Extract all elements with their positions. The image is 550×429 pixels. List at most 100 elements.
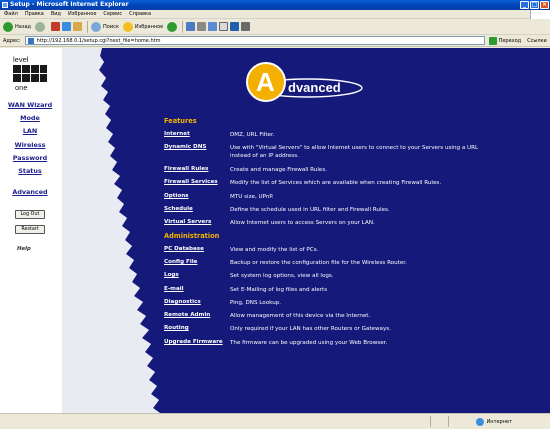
- print-icon[interactable]: [197, 22, 207, 31]
- back-arrow-icon: [3, 21, 13, 32]
- nav-mode[interactable]: Mode: [0, 114, 60, 122]
- go-button[interactable]: Переход: [488, 36, 522, 45]
- logout-button[interactable]: Log Out: [15, 210, 45, 219]
- window-title: Setup - Microsoft Internet Explorer: [10, 1, 129, 8]
- page-content: level one WAN Wizard Mode LAN Wireless P…: [0, 48, 550, 413]
- zone-label: Интернет: [486, 419, 512, 425]
- restart-button[interactable]: Restart: [15, 225, 45, 234]
- desc-routing: Only required if your LAN has other Rout…: [230, 326, 391, 332]
- desc-remote-admin: Allow management of this device via the …: [230, 313, 371, 319]
- close-button[interactable]: ×: [540, 1, 549, 9]
- desc-internet: DMZ, URL Filter.: [230, 132, 275, 138]
- desc-config-file: Backup or restore the configuration file…: [230, 260, 407, 266]
- menu-edit[interactable]: Правка: [25, 11, 44, 17]
- address-input[interactable]: http://192.168.0.1/setup.cgi?next_file=h…: [24, 36, 485, 45]
- desc-logs: Set system log options, view all logs.: [230, 273, 334, 279]
- menu-file[interactable]: Файл: [4, 11, 18, 17]
- link-logs[interactable]: Logs: [164, 272, 179, 278]
- desc-email: Set E-Mailing of log files and alerts: [230, 287, 328, 293]
- mail-icon[interactable]: [186, 22, 196, 31]
- link-internet[interactable]: Internet: [164, 131, 190, 137]
- ie-window: Setup - Microsoft Internet Explorer _ □ …: [0, 0, 550, 429]
- desc-pc-database: View and modify the list of PCs.: [230, 247, 319, 253]
- nav-advanced[interactable]: Advanced: [0, 188, 60, 196]
- address-url: http://192.168.0.1/setup.cgi?next_file=h…: [36, 37, 161, 44]
- nav-password[interactable]: Password: [0, 154, 60, 162]
- page-icon: [27, 37, 34, 44]
- globe-icon: [475, 418, 484, 426]
- link-firewall-rules[interactable]: Firewall Rules: [164, 166, 208, 172]
- edit-icon[interactable]: [208, 22, 218, 31]
- go-label: Переход: [498, 37, 522, 44]
- help-link[interactable]: Help: [17, 246, 31, 252]
- nav-lan[interactable]: LAN: [0, 127, 60, 135]
- menu-view[interactable]: Вид: [51, 11, 61, 17]
- banner-letter: A: [256, 67, 275, 97]
- nav-status[interactable]: Status: [0, 167, 60, 175]
- forward-arrow-icon: [35, 21, 46, 32]
- link-email[interactable]: E-mail: [164, 286, 184, 292]
- desc-upgrade-firmware: The firmware can be upgraded using your …: [230, 340, 388, 346]
- desc-virtual-servers: Allow Internet users to access Servers o…: [230, 220, 375, 226]
- minimize-button[interactable]: _: [520, 1, 529, 9]
- nav-wan-wizard[interactable]: WAN Wizard: [0, 101, 60, 109]
- address-label: Адрес:: [3, 37, 21, 44]
- address-bar: Адрес: http://192.168.0.1/setup.cgi?next…: [0, 35, 550, 47]
- favorites-button[interactable]: Избранное: [122, 21, 164, 32]
- forward-button[interactable]: [35, 21, 47, 32]
- link-dynamic-dns[interactable]: Dynamic DNS: [164, 144, 206, 150]
- menu-favorites[interactable]: Избранное: [68, 11, 96, 17]
- desc-firewall-rules: Create and manage Firewall Rules.: [230, 167, 328, 173]
- administration-title: Administration: [164, 232, 220, 240]
- favorites-label: Избранное: [134, 23, 164, 30]
- ie-icon: [2, 2, 8, 8]
- status-divider: [448, 416, 449, 427]
- search-button[interactable]: Поиск: [91, 21, 119, 32]
- search-label: Поиск: [103, 23, 119, 30]
- status-bar: Интернет: [0, 413, 550, 429]
- levelone-logo: level one: [13, 55, 47, 92]
- desc-dynamic-dns: Use with "Virtual Servers" to allow Inte…: [230, 145, 479, 160]
- link-virtual-servers[interactable]: Virtual Servers: [164, 219, 211, 225]
- menu-tools[interactable]: Сервис: [103, 11, 122, 17]
- stop-icon[interactable]: [51, 22, 61, 31]
- go-arrow-icon: [488, 36, 497, 45]
- logo-word-top: level: [13, 55, 29, 64]
- sidebar: level one WAN Wizard Mode LAN Wireless P…: [0, 48, 62, 413]
- nav-wireless[interactable]: Wireless: [0, 141, 60, 149]
- link-upgrade-firmware[interactable]: Upgrade Firmware: [164, 339, 223, 345]
- back-button[interactable]: Назад: [3, 21, 31, 32]
- desc-firewall-services: Modify the list of Services which are av…: [230, 180, 442, 186]
- link-schedule[interactable]: Schedule: [164, 206, 193, 212]
- media-icon[interactable]: [167, 21, 178, 32]
- desc-diagnostics: Ping, DNS Lookup.: [230, 300, 282, 306]
- refresh-icon[interactable]: [62, 22, 72, 31]
- link-diagnostics[interactable]: Diagnostics: [164, 299, 201, 305]
- messenger-icon[interactable]: [230, 22, 240, 31]
- toolbar-separator: [182, 20, 184, 33]
- status-divider: [430, 416, 431, 427]
- search-icon: [91, 21, 102, 32]
- advanced-banner: A dvanced: [246, 62, 363, 102]
- toolbar-separator: [87, 20, 89, 33]
- research-icon[interactable]: [241, 22, 251, 31]
- link-config-file[interactable]: Config File: [164, 259, 197, 265]
- link-remote-admin[interactable]: Remote Admin: [164, 312, 210, 318]
- desc-options: MTU size, UPnP.: [230, 194, 274, 200]
- windows-logo-icon: [530, 10, 550, 19]
- features-title: Features: [164, 117, 197, 125]
- toolbar: Назад Поиск Избранное: [0, 19, 550, 35]
- link-firewall-services[interactable]: Firewall Services: [164, 179, 218, 185]
- link-pc-database[interactable]: PC Database: [164, 246, 204, 252]
- link-options[interactable]: Options: [164, 193, 189, 199]
- menu-help[interactable]: Справка: [129, 11, 151, 17]
- maximize-button[interactable]: □: [530, 1, 539, 9]
- menu-bar: Файл Правка Вид Избранное Сервис Справка: [0, 10, 550, 19]
- security-zone: Интернет: [475, 418, 512, 426]
- banner-text: dvanced: [288, 80, 341, 95]
- title-bar: Setup - Microsoft Internet Explorer _ □ …: [0, 0, 550, 10]
- home-icon[interactable]: [73, 22, 83, 31]
- link-routing[interactable]: Routing: [164, 325, 189, 331]
- links-button[interactable]: Ссылки: [527, 38, 547, 44]
- discuss-icon[interactable]: [219, 22, 229, 31]
